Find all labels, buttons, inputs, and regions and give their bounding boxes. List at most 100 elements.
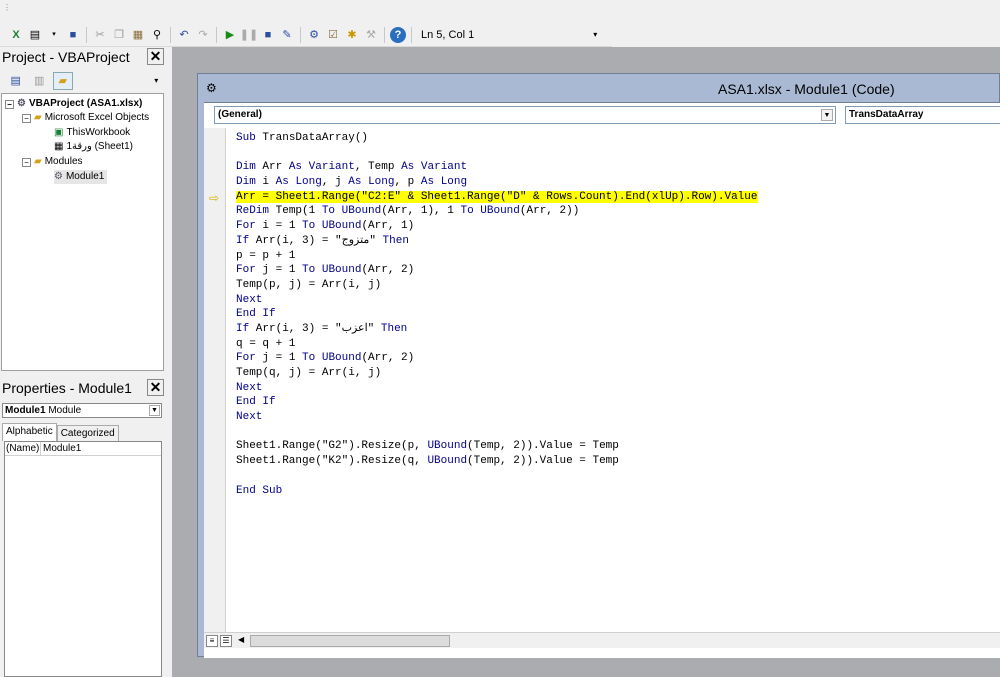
code-line-content: For j = 1 To UBound(Arr, 2): [236, 352, 414, 364]
tree-node-vbaproject[interactable]: − ⚙ VBAProject (ASA1.xlsx): [5, 97, 142, 111]
break-icon[interactable]: ❚❚: [240, 27, 258, 43]
margin-indicator-bar[interactable]: ⇨: [204, 128, 226, 632]
scroll-thumb[interactable]: [250, 635, 450, 647]
code-keyword: Next: [236, 381, 263, 394]
code-line[interactable]: p = p + 1: [236, 249, 996, 264]
code-line[interactable]: [236, 469, 996, 484]
insert-dropdown-icon[interactable]: ▾: [46, 27, 62, 43]
tree-node-sheet1[interactable]: ▦ ورقة1 (Sheet1): [54, 140, 133, 154]
close-project-explorer-button[interactable]: ✕: [147, 48, 164, 65]
code-keyword: ReDim: [236, 205, 270, 218]
code-keyword: For: [236, 352, 256, 365]
procedure-combo-value: TransDataArray: [849, 109, 924, 120]
code-line[interactable]: For j = 1 To UBound(Arr, 2): [236, 351, 996, 366]
view-object-icon[interactable]: ▥: [30, 72, 50, 90]
code-line[interactable]: Temp(p, j) = Arr(i, j): [236, 278, 996, 293]
code-line[interactable]: If Arr(i, 3) = "اعزب" Then: [236, 322, 996, 337]
toolbar-separator: [300, 26, 301, 43]
code-line[interactable]: For i = 1 To UBound(Arr, 1): [236, 219, 996, 234]
properties-object-select[interactable]: Module1 Module ▼: [2, 403, 162, 418]
code-editor[interactable]: Sub TransDataArray() Dim Arr As Variant, …: [236, 131, 996, 631]
code-line[interactable]: Next: [236, 381, 996, 396]
code-line[interactable]: Arr = Sheet1.Range("C2:E" & Sheet1.Range…: [236, 190, 996, 205]
code-line[interactable]: q = q + 1: [236, 337, 996, 352]
find-icon[interactable]: ⚲: [149, 27, 165, 43]
collapse-icon[interactable]: −: [22, 157, 31, 167]
tree-node-excel-objects[interactable]: − ▰ Microsoft Excel Objects: [22, 111, 149, 125]
code-line[interactable]: If Arr(i, 3) = "متزوج" Then: [236, 234, 996, 249]
code-window-titlebar[interactable]: ⚙ ASA1.xlsx - Module1 (Code): [198, 74, 1000, 102]
code-line[interactable]: For j = 1 To UBound(Arr, 2): [236, 263, 996, 278]
code-keyword: UBound: [321, 352, 362, 365]
object-name: Module1: [5, 405, 46, 416]
code-text: Temp(q, j) = Arr(i, j): [236, 367, 382, 379]
chevron-down-icon[interactable]: ▼: [149, 405, 160, 416]
project-toolbar-dropdown-icon[interactable]: ▾: [147, 72, 167, 90]
procedure-view-icon[interactable]: ≡: [206, 635, 218, 647]
project-explorer-icon[interactable]: ⚙: [306, 27, 322, 43]
tree-node-module1[interactable]: ⚙ Module1: [54, 170, 108, 184]
full-module-view-icon[interactable]: ☰: [220, 635, 232, 647]
toggle-folders-icon[interactable]: ▰: [53, 71, 73, 90]
code-line[interactable]: Temp(q, j) = Arr(i, j): [236, 366, 996, 381]
view-code-icon[interactable]: ▤: [6, 72, 26, 90]
toolbar-options-icon[interactable]: ▾: [587, 27, 603, 43]
paste-icon[interactable]: ▦: [130, 27, 146, 43]
properties-icon[interactable]: ☑: [325, 27, 341, 43]
view-excel-icon[interactable]: X: [8, 27, 24, 43]
code-line[interactable]: Sub TransDataArray(): [236, 131, 996, 146]
insert-module-icon[interactable]: ▤: [27, 27, 43, 43]
procedure-combo[interactable]: TransDataArray: [845, 106, 1000, 124]
code-text: Arr(i, 3) = "اعزب": [249, 322, 381, 335]
code-text: Sheet1.Range("G2").Resize(p,: [236, 440, 428, 453]
design-mode-icon[interactable]: ✎: [279, 27, 295, 43]
code-line[interactable]: End If: [236, 307, 996, 322]
code-line[interactable]: [236, 425, 996, 440]
code-line[interactable]: ReDim Temp(1 To UBound(Arr, 1), 1 To UBo…: [236, 204, 996, 219]
copy-icon[interactable]: ❐: [111, 27, 127, 43]
code-keyword: If: [236, 322, 250, 335]
object-combo[interactable]: (General) ▼: [214, 106, 836, 124]
tree-node-modules[interactable]: − ▰ Modules: [22, 155, 83, 169]
chevron-down-icon[interactable]: ▼: [821, 109, 833, 121]
code-line[interactable]: Sheet1.Range("G2").Resize(p, UBound(Temp…: [236, 439, 996, 454]
tab-alphabetic[interactable]: Alphabetic: [2, 423, 57, 441]
redo-icon[interactable]: ↷: [195, 27, 211, 43]
collapse-icon[interactable]: −: [5, 99, 14, 109]
cut-icon[interactable]: ✂: [92, 27, 108, 43]
code-line[interactable]: Dim Arr As Variant, Temp As Variant: [236, 160, 996, 175]
code-text: (Arr, 2): [361, 352, 415, 365]
run-icon[interactable]: ▶: [222, 27, 238, 43]
code-line-content: End Sub: [236, 485, 282, 497]
code-line-content: End If: [236, 308, 276, 320]
close-properties-button[interactable]: ✕: [147, 379, 164, 396]
horizontal-scrollbar[interactable]: ≡ ☰ ◀: [204, 632, 1000, 648]
tree-label: ورقة1 (Sheet1): [66, 141, 133, 152]
code-keyword: Then: [382, 234, 409, 247]
code-line[interactable]: [236, 146, 996, 161]
code-line[interactable]: Sheet1.Range("K2").Resize(q, UBound(Temp…: [236, 454, 996, 469]
reset-icon[interactable]: ■: [260, 27, 276, 43]
vba-project-icon: ⚙: [206, 81, 217, 95]
code-line[interactable]: Next: [236, 410, 996, 425]
code-line-content: Dim Arr As Variant, Temp As Variant: [236, 161, 467, 173]
save-icon[interactable]: ■: [65, 27, 81, 43]
object-browser-icon[interactable]: ✱: [344, 27, 360, 43]
code-line[interactable]: Next: [236, 293, 996, 308]
code-text: TransDataArray(): [255, 132, 369, 144]
tree-node-thisworkbook[interactable]: ▣ ThisWorkbook: [54, 126, 130, 140]
code-line[interactable]: End If: [236, 395, 996, 410]
code-line[interactable]: Dim i As Long, j As Long, p As Long: [236, 175, 996, 190]
property-row[interactable]: (Name) Module1: [5, 442, 161, 456]
scroll-left-icon[interactable]: ◀: [238, 635, 244, 644]
help-icon[interactable]: ?: [390, 26, 406, 43]
tab-categorized[interactable]: Categorized: [56, 425, 119, 441]
tree-label: VBAProject (ASA1.xlsx): [28, 98, 143, 109]
code-text: (Temp, 2)).Value = Temp: [467, 440, 619, 453]
collapse-icon[interactable]: −: [22, 113, 31, 123]
code-text: (Arr, 2): [361, 264, 415, 277]
undo-icon[interactable]: ↶: [176, 27, 192, 43]
toolbox-icon[interactable]: ⚒: [363, 27, 379, 43]
code-line[interactable]: End Sub: [236, 484, 996, 499]
property-value[interactable]: Module1: [41, 442, 81, 455]
